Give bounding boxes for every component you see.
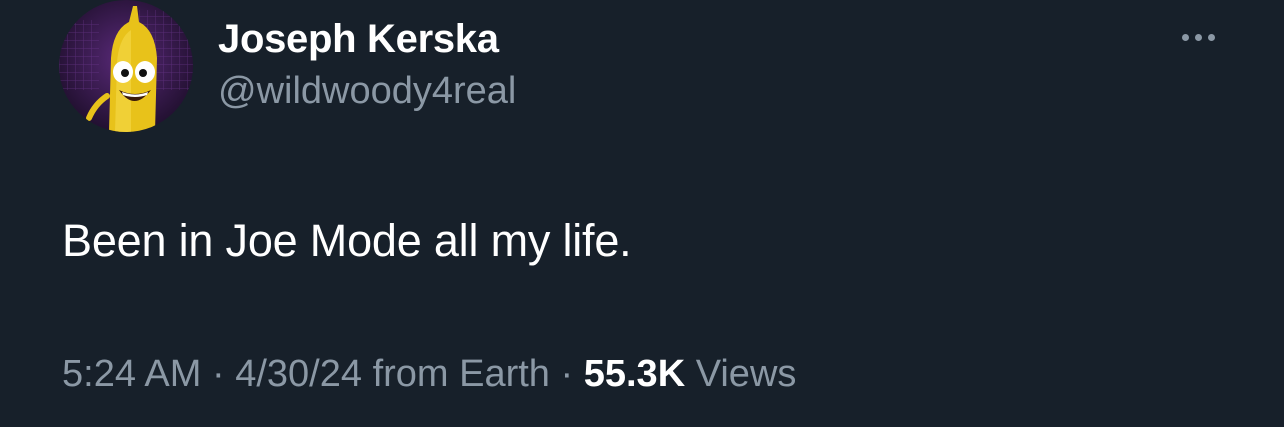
more-horizontal-icon-dot <box>1194 33 1202 41</box>
views-count: 55.3K <box>583 353 686 395</box>
tweet-source: from Earth <box>372 353 550 395</box>
more-horizontal-icon <box>1181 33 1189 41</box>
more-horizontal-icon-dot <box>1207 33 1215 41</box>
author-avatar[interactable] <box>59 0 193 132</box>
tweet-date[interactable]: 4/30/24 <box>235 353 362 395</box>
meta-separator: · <box>560 353 574 395</box>
author-handle[interactable]: @wildwoody4real <box>218 68 516 114</box>
tweet-card: Joseph Kerska @wildwoody4real Been in Jo… <box>0 0 1284 427</box>
more-options-button[interactable] <box>1170 20 1226 54</box>
tweet-meta: 5:24 AM · 4/30/24 from Earth · 55.3K Vie… <box>62 350 796 398</box>
tweet-time[interactable]: 5:24 AM <box>62 353 201 395</box>
tweet-text: Been in Joe Mode all my life. <box>62 215 632 266</box>
views-label: Views <box>695 353 797 395</box>
mustard-character-icon <box>59 0 193 132</box>
author-display-name[interactable]: Joseph Kerska <box>218 15 499 63</box>
meta-separator: · <box>211 353 225 395</box>
